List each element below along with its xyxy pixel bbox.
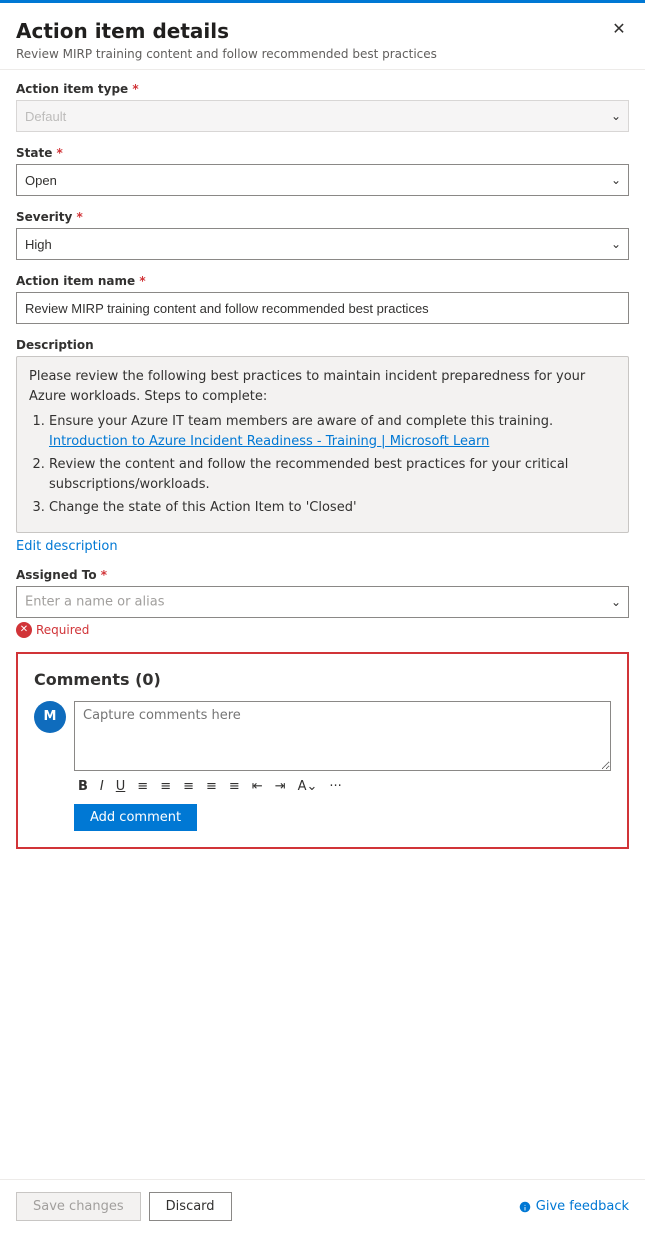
underline-button[interactable]: U [112,777,130,796]
severity-field: Severity * High Medium Low ⌄ [16,210,629,260]
panel-body: Action item type * Default ⌄ State * Ope… [0,70,645,1179]
action-item-name-field: Action item name * [16,274,629,324]
description-intro: Please review the following best practic… [29,369,585,404]
description-content: Please review the following best practic… [16,356,629,533]
description-step-2: Review the content and follow the recomm… [49,455,616,494]
indent-decrease-button[interactable]: ⇤ [248,777,267,796]
feedback-label: Give feedback [536,1199,629,1214]
panel-header: Action item details Review MIRP training… [0,3,645,70]
description-step-1: Ensure your Azure IT team members are aw… [49,412,616,451]
assigned-to-select[interactable] [16,586,629,618]
justify-button[interactable]: ≡ [225,777,244,796]
description-field: Description Please review the following … [16,338,629,554]
font-size-button[interactable]: A⌄ [294,777,322,796]
bullets-button[interactable]: ≡ [156,777,175,796]
action-item-type-select[interactable]: Default [16,100,629,132]
indent-increase-button[interactable]: ⇥ [271,777,290,796]
action-item-type-label: Action item type * [16,82,629,96]
align-right-button[interactable]: ≡ [202,777,221,796]
severity-label: Severity * [16,210,629,224]
italic-button[interactable]: I [96,777,108,796]
description-label: Description [16,338,629,352]
state-field: State * Open Closed In Progress ⌄ [16,146,629,196]
edit-description-link[interactable]: Edit description [16,539,118,554]
error-icon: ✕ [16,622,32,638]
training-link[interactable]: Introduction to Azure Incident Readiness… [49,434,489,449]
bold-button[interactable]: B [74,777,92,796]
comments-section: Comments (0) M B I U ≡ ≡ ≡ ≡ ≡ ⇤ ⇥ A⌄ ··… [16,652,629,849]
action-item-type-wrapper: Default ⌄ [16,100,629,132]
state-label: State * [16,146,629,160]
state-select[interactable]: Open Closed In Progress [16,164,629,196]
close-button[interactable]: ✕ [605,15,633,43]
comment-toolbar: B I U ≡ ≡ ≡ ≡ ≡ ⇤ ⇥ A⌄ ··· [74,777,611,796]
panel-footer: Save changes Discard Give feedback [0,1179,645,1233]
required-error: ✕ Required [16,622,629,638]
panel-subtitle: Review MIRP training content and follow … [16,47,629,61]
description-step-3: Change the state of this Action Item to … [49,498,616,518]
comment-input-row: M [34,701,611,771]
comments-title: Comments (0) [34,670,611,689]
assigned-to-field: Assigned To * ⌄ Enter a name or alias ✕ … [16,568,629,638]
user-avatar: M [34,701,66,733]
align-left-button[interactable]: ≡ [133,777,152,796]
action-item-name-input[interactable] [16,292,629,324]
align-center-button[interactable]: ≡ [179,777,198,796]
assigned-to-wrapper: ⌄ Enter a name or alias [16,586,629,618]
assigned-to-label: Assigned To * [16,568,629,582]
severity-select[interactable]: High Medium Low [16,228,629,260]
error-text: Required [36,623,89,637]
action-item-details-panel: Action item details Review MIRP training… [0,0,645,1233]
comment-textarea[interactable] [74,701,611,771]
more-options-button[interactable]: ··· [325,777,345,796]
action-item-name-label: Action item name * [16,274,629,288]
add-comment-button[interactable]: Add comment [74,804,197,831]
action-item-type-field: Action item type * Default ⌄ [16,82,629,132]
panel-title: Action item details [16,19,629,43]
description-steps: Ensure your Azure IT team members are aw… [29,412,616,518]
severity-wrapper: High Medium Low ⌄ [16,228,629,260]
discard-button[interactable]: Discard [149,1192,232,1221]
give-feedback-link[interactable]: Give feedback [518,1199,629,1214]
state-wrapper: Open Closed In Progress ⌄ [16,164,629,196]
save-changes-button[interactable]: Save changes [16,1192,141,1221]
feedback-icon [518,1200,532,1214]
